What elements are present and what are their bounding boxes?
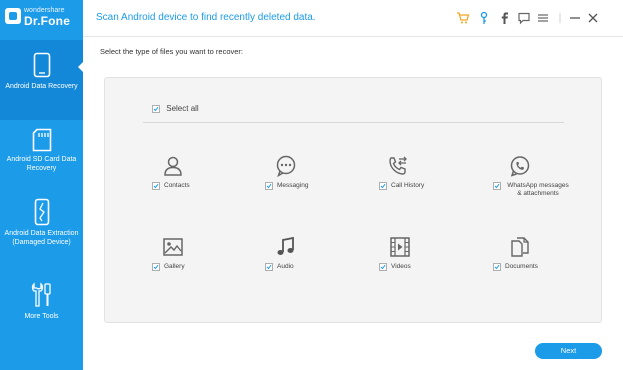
chat-icon[interactable] — [517, 11, 531, 25]
minimize-icon[interactable] — [568, 11, 582, 25]
video-icon — [390, 237, 410, 257]
facebook-icon[interactable] — [497, 11, 511, 25]
contact-icon — [164, 156, 182, 176]
sidebar-item-label: Android SD Card Data Recovery — [6, 156, 77, 172]
audio-icon — [277, 236, 294, 255]
broken-phone-icon — [34, 198, 49, 226]
checkbox-icon[interactable] — [265, 263, 273, 271]
sidebar: wondershare Dr.Fone Android Data Recover… — [0, 0, 83, 370]
file-type-label: Messaging — [277, 182, 309, 189]
sidebar-item-label: Android Data Recovery — [5, 83, 78, 90]
checkbox-icon[interactable] — [379, 263, 387, 271]
checkbox-icon[interactable] — [152, 263, 160, 271]
divider-icon — [559, 13, 561, 23]
file-type-label: Contacts — [164, 182, 190, 189]
logo-mark-icon — [5, 8, 21, 24]
file-type-messaging[interactable]: Messaging — [265, 155, 375, 195]
file-type-gallery[interactable]: Gallery — [152, 236, 262, 276]
file-type-label: Audio — [277, 263, 294, 270]
menu-icon[interactable] — [536, 11, 550, 25]
checkbox-icon[interactable] — [265, 182, 273, 190]
file-type-whatsapp[interactable]: WhatsApp messages & attachments — [493, 155, 603, 203]
sidebar-item-label: More Tools — [24, 313, 59, 320]
divider — [143, 122, 564, 123]
close-icon[interactable] — [586, 11, 600, 25]
active-item-pointer — [78, 62, 83, 72]
gallery-icon — [163, 238, 183, 256]
file-type-label: Call History — [391, 182, 425, 189]
app-logo: wondershare Dr.Fone — [0, 0, 83, 38]
message-icon — [276, 155, 296, 177]
page-title: Scan Android device to find recently del… — [96, 12, 316, 23]
file-type-call-history[interactable]: Call History — [379, 155, 489, 195]
logo-product-text: Dr.Fone — [24, 14, 71, 28]
file-type-label: Videos — [391, 263, 411, 270]
instruction-text: Select the type of files you want to rec… — [100, 47, 243, 56]
sidebar-item-android-data-recovery[interactable]: Android Data Recovery — [0, 40, 83, 120]
sidebar-item-data-extraction[interactable]: Android Data Extraction (Damaged Device) — [0, 198, 83, 258]
file-type-label: Documents — [505, 263, 538, 270]
select-all-checkbox[interactable]: Select all — [152, 104, 199, 113]
file-type-documents[interactable]: Documents — [493, 236, 603, 276]
checkbox-icon[interactable] — [493, 182, 501, 190]
file-type-label: Gallery — [164, 263, 185, 270]
sd-card-icon — [32, 128, 51, 152]
sidebar-item-label: Android Data Extraction (Damaged Device) — [4, 230, 79, 246]
key-icon[interactable] — [477, 11, 491, 25]
call-history-icon — [389, 156, 407, 175]
checkbox-icon[interactable] — [152, 104, 160, 113]
file-type-audio[interactable]: Audio — [265, 236, 375, 276]
file-type-label: WhatsApp messages & attachments — [507, 182, 569, 197]
checkbox-icon[interactable] — [493, 263, 501, 271]
file-type-contacts[interactable]: Contacts — [152, 155, 262, 195]
whatsapp-icon — [510, 156, 530, 177]
title-bar: Scan Android device to find recently del… — [83, 0, 623, 37]
sidebar-item-sd-card-recovery[interactable]: Android SD Card Data Recovery — [0, 122, 83, 182]
sidebar-item-more-tools[interactable]: More Tools — [0, 282, 83, 332]
next-button[interactable]: Next — [535, 343, 602, 359]
tools-icon — [31, 282, 51, 307]
checkbox-icon[interactable] — [379, 182, 387, 190]
select-all-label: Select all — [166, 104, 199, 114]
phone-icon — [33, 52, 50, 78]
logo-company-text: wondershare — [24, 7, 65, 14]
cart-icon[interactable] — [456, 11, 470, 25]
app-window: wondershare Dr.Fone Android Data Recover… — [0, 0, 623, 370]
checkbox-icon[interactable] — [152, 182, 160, 190]
document-icon — [511, 237, 529, 257]
file-type-videos[interactable]: Videos — [379, 236, 489, 276]
